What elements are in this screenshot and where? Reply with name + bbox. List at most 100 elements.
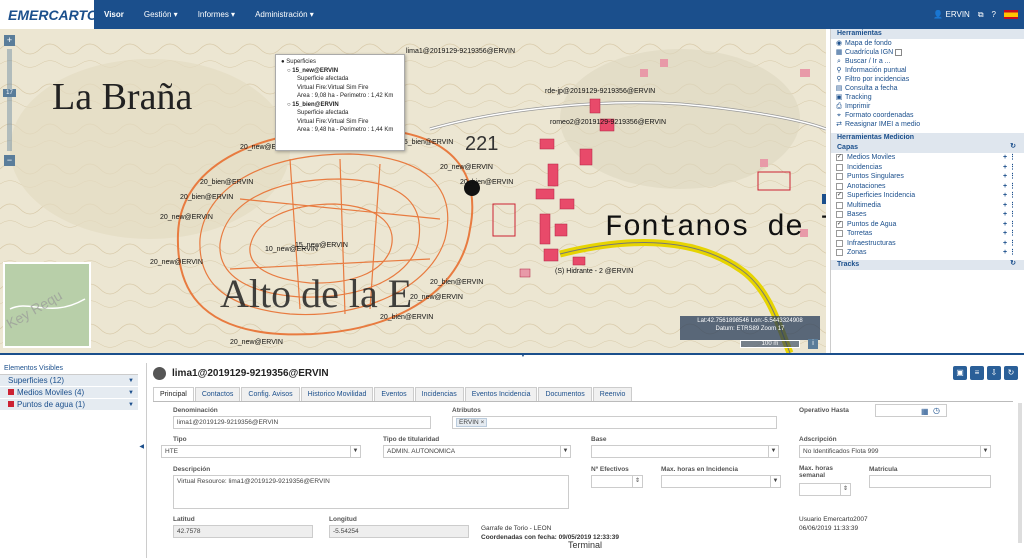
nav-gestion[interactable]: Gestión ▾ — [134, 10, 188, 19]
longitud-field[interactable]: -5.54254 — [329, 525, 469, 538]
layer-options-icon[interactable]: + ⋮ — [1003, 191, 1016, 201]
tool-consulta-fecha[interactable]: ▤ Consulta a fecha — [831, 84, 1024, 93]
refresh-icon[interactable]: ↻ — [1010, 143, 1016, 151]
map-label[interactable]: 20_new@ERVIN — [150, 259, 203, 266]
map-label[interactable]: 20_bien@ERVIN — [180, 194, 233, 201]
tool-info-puntual[interactable]: ⚲ Información puntual — [831, 66, 1024, 75]
tool-buscar[interactable]: ⌕ Buscar / Ir a ... — [831, 57, 1024, 66]
calendar-icon[interactable]: ▦ — [921, 407, 929, 416]
medicion-header[interactable]: Herramientas Medicion — [831, 133, 1024, 143]
layer-checkbox[interactable] — [836, 249, 843, 256]
layer-checkbox[interactable]: ✓ — [836, 192, 843, 199]
descripcion-textarea[interactable]: Virtual Resource: lima1@2019129-9219356@… — [173, 475, 569, 509]
layer-options-icon[interactable]: + ⋮ — [1003, 248, 1016, 258]
clock-icon[interactable]: ◷ — [933, 406, 940, 415]
tool-tracking[interactable]: ▣ Tracking — [831, 93, 1024, 102]
layer-checkbox[interactable] — [836, 239, 843, 247]
tab-0[interactable]: Principal — [153, 387, 194, 401]
tool-imprimir[interactable]: ⎙ Imprimir — [831, 102, 1024, 111]
map-label[interactable]: 20_new@ERVIN — [440, 164, 493, 171]
layer-options-icon[interactable]: + ⋮ — [1003, 182, 1016, 192]
tab-7[interactable]: Documentos — [538, 387, 592, 401]
layer-checkbox[interactable] — [836, 163, 843, 171]
map-info-button[interactable]: i — [808, 339, 818, 349]
tool-filtro[interactable]: ⚲ Filtro por incidencias — [831, 75, 1024, 84]
layer-item[interactable]: Incidencias + ⋮ — [831, 163, 1024, 173]
layer-item[interactable]: ✓ Puntos de Agua + ⋮ — [831, 220, 1024, 230]
denominacion-field[interactable]: lima1@2019129-9219356@ERVIN — [173, 416, 431, 429]
layer-item[interactable]: Bases + ⋮ — [831, 210, 1024, 220]
zoom-out-button[interactable]: − — [4, 155, 15, 166]
stepper-icon[interactable]: ⇕ — [632, 476, 642, 487]
layer-options-icon[interactable]: + ⋮ — [1003, 172, 1016, 182]
list-item-medios[interactable]: Medios Moviles (4) ▼ — [0, 387, 138, 399]
refresh-icon[interactable]: ↻ — [1010, 260, 1016, 268]
map-label[interactable]: 20_bien@ERVIN — [460, 179, 513, 186]
max-semanal-stepper[interactable]: ⇕ — [799, 483, 851, 496]
layer-checkbox[interactable] — [836, 201, 843, 209]
tab-5[interactable]: Incidencias — [414, 387, 464, 401]
tab-1[interactable]: Contactos — [194, 387, 241, 401]
map-label[interactable]: 15_bien@ERVIN — [400, 139, 453, 146]
layer-options-icon[interactable]: + ⋮ — [1003, 229, 1016, 239]
list-item-puntos-agua[interactable]: Puntos de agua (1) ▼ — [0, 399, 138, 411]
tab-6[interactable]: Eventos Incidencia — [464, 387, 538, 401]
tool-formato-coordenadas[interactable]: ⌖ Formato coordenadas — [831, 111, 1024, 120]
external-link-icon[interactable]: ⧉ — [978, 10, 984, 20]
language-flag-icon[interactable] — [1004, 10, 1018, 19]
nav-visor[interactable]: Visor — [94, 10, 134, 19]
grid-checkbox[interactable] — [895, 48, 903, 56]
map-label[interactable]: 20_bien@ERVIN — [430, 279, 483, 286]
list-item-superficies[interactable]: Superficies (12) ▼ — [0, 375, 138, 387]
scrollbar[interactable] — [1018, 403, 1022, 543]
save-icon[interactable]: ▣ — [953, 366, 967, 380]
tab-4[interactable]: Eventos — [374, 387, 414, 401]
map-label[interactable]: rde-jp@2019129-9219356@ERVIN — [545, 88, 655, 95]
layer-options-icon[interactable]: + ⋮ — [1003, 163, 1016, 173]
layer-options-icon[interactable]: + ⋮ — [1003, 153, 1016, 163]
user-menu[interactable]: 👤 ERVIN — [933, 10, 970, 19]
panel-collapse-handle[interactable]: ▼ — [520, 353, 526, 359]
refresh-icon[interactable]: ↻ — [1004, 366, 1018, 380]
tipo-select[interactable]: HTE ▼ — [161, 445, 361, 458]
map-label[interactable]: romeo2@2019129-9219356@ERVIN — [550, 119, 666, 126]
tab-2[interactable]: Config. Avisos — [241, 387, 300, 401]
layer-item[interactable]: Puntos Singulares + ⋮ — [831, 172, 1024, 182]
layer-options-icon[interactable]: + ⋮ — [1003, 220, 1016, 230]
titularidad-select[interactable]: ADMIN. AUTONOMICA ▼ — [383, 445, 571, 458]
map-label[interactable]: 20_bien@ERVIN — [380, 314, 433, 321]
zoom-slider[interactable] — [7, 49, 12, 151]
atributos-field[interactable]: ERVIN × — [452, 416, 777, 429]
layer-checkbox[interactable]: ✓ — [836, 154, 843, 161]
tab-8[interactable]: Reenvio — [592, 387, 633, 401]
layer-checkbox[interactable] — [836, 230, 843, 237]
tab-3[interactable]: Historico Movilidad — [300, 387, 374, 401]
layer-item[interactable]: ✓ Superficies Incidencia + ⋮ — [831, 191, 1024, 201]
map-label[interactable]: lima1@2019129-9219356@ERVIN — [406, 48, 515, 55]
max-incidencia-select[interactable]: ▼ — [661, 475, 781, 488]
tool-mapa-fondo[interactable]: ◉ Mapa de fondo — [831, 39, 1024, 48]
layer-options-icon[interactable]: + ⋮ — [1003, 201, 1016, 211]
matricula-field[interactable] — [869, 475, 991, 488]
zoom-in-button[interactable]: + — [4, 35, 15, 46]
side-collapse-handle[interactable]: ◀ — [139, 443, 144, 450]
capas-header[interactable]: Capas ↻ — [831, 143, 1024, 153]
attribute-tag[interactable]: ERVIN × — [456, 418, 488, 427]
layer-item[interactable]: Zonas + ⋮ — [831, 248, 1024, 258]
layer-item[interactable]: Torretas + ⋮ — [831, 229, 1024, 239]
layer-options-icon[interactable]: + ⋮ — [1003, 239, 1016, 249]
layer-item[interactable]: Anotaciones + ⋮ — [831, 182, 1024, 192]
layer-checkbox[interactable] — [836, 173, 843, 180]
export-icon[interactable]: ⇩ — [987, 366, 1001, 380]
tracks-header[interactable]: Tracks ↻ — [831, 259, 1024, 270]
nav-informes[interactable]: Informes ▾ — [188, 10, 245, 19]
layer-checkbox[interactable] — [836, 211, 843, 218]
layer-checkbox[interactable] — [836, 182, 843, 190]
layer-options-icon[interactable]: + ⋮ — [1003, 210, 1016, 220]
stepper-icon[interactable]: ⇕ — [840, 484, 850, 495]
collapse-panel-handle[interactable] — [822, 194, 826, 204]
map-label[interactable]: (S) Hidrante - 2 @ERVIN — [555, 268, 633, 275]
layer-item[interactable]: ✓ Medios Moviles + ⋮ — [831, 153, 1024, 163]
efectivos-stepper[interactable]: ⇕ — [591, 475, 643, 488]
map-label[interactable]: 15_new@ERVIN — [295, 242, 348, 249]
